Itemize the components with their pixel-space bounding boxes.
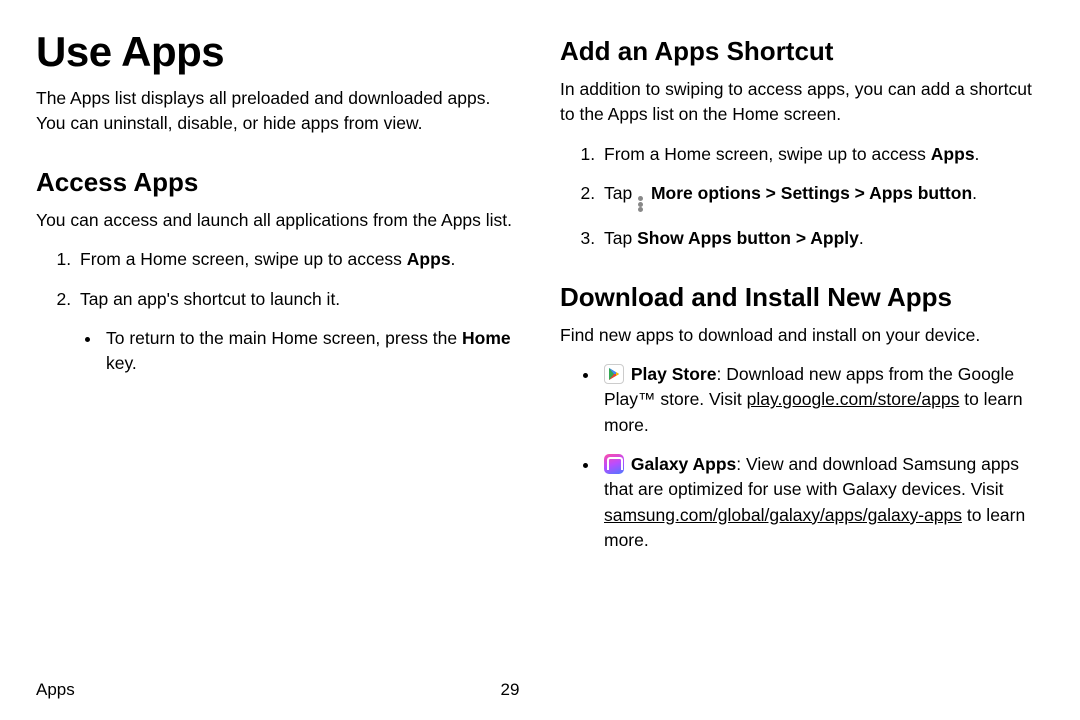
play-store-link[interactable]: play.google.com/store/apps [747, 389, 960, 409]
add-shortcut-heading: Add an Apps Shortcut [560, 36, 1044, 67]
apply-label: Apply [810, 228, 859, 248]
text: Tap an app's shortcut to launch it. [80, 289, 340, 309]
show-apps-button-label: Show Apps button [637, 228, 791, 248]
access-apps-steps: From a Home screen, swipe up to access A… [36, 247, 520, 377]
text: . [972, 183, 977, 203]
chevron-right-icon: > [791, 228, 810, 248]
chevron-right-icon: > [761, 183, 781, 203]
access-apps-intro: You can access and launch all applicatio… [36, 208, 520, 233]
text: Tap [604, 183, 637, 203]
text: . [451, 249, 456, 269]
add-shortcut-intro: In addition to swiping to access apps, y… [560, 77, 1044, 128]
download-intro: Find new apps to download and install on… [560, 323, 1044, 348]
list-item: From a Home screen, swipe up to access A… [76, 247, 520, 272]
text: key. [106, 353, 137, 373]
download-list: Play Store: Download new apps from the G… [560, 362, 1044, 554]
galaxy-apps-link[interactable]: samsung.com/global/galaxy/apps/galaxy-ap… [604, 505, 962, 525]
list-item: To return to the main Home screen, press… [102, 326, 520, 377]
download-heading: Download and Install New Apps [560, 282, 1044, 313]
list-item: Galaxy Apps: View and download Samsung a… [600, 452, 1044, 554]
apps-label: Apps [931, 144, 975, 164]
text: From a Home screen, swipe up to access [604, 144, 931, 164]
text: Tap [604, 228, 637, 248]
chevron-right-icon: > [850, 183, 869, 203]
play-store-label: Play Store [631, 364, 717, 384]
galaxy-apps-label: Galaxy Apps [631, 454, 736, 474]
list-item: Play Store: Download new apps from the G… [600, 362, 1044, 438]
page-title: Use Apps [36, 28, 520, 76]
text: . [975, 144, 980, 164]
text: From a Home screen, swipe up to access [80, 249, 407, 269]
add-shortcut-steps: From a Home screen, swipe up to access A… [560, 142, 1044, 252]
list-item: Tap More options > Settings > Apps butto… [600, 181, 1044, 212]
left-column: Use Apps The Apps list displays all prel… [36, 28, 520, 668]
galaxy-apps-icon [604, 454, 624, 474]
list-item: Tap an app's shortcut to launch it. To r… [76, 287, 520, 377]
page-footer: Apps 29 [36, 680, 1044, 700]
more-options-label: More options [651, 183, 761, 203]
use-apps-intro: The Apps list displays all preloaded and… [36, 86, 520, 137]
list-item: Tap Show Apps button > Apply. [600, 226, 1044, 251]
list-item: From a Home screen, swipe up to access A… [600, 142, 1044, 167]
apps-label: Apps [407, 249, 451, 269]
text: To return to the main Home screen, press… [106, 328, 462, 348]
settings-label: Settings [781, 183, 850, 203]
text: . [859, 228, 864, 248]
more-options-icon [638, 196, 644, 212]
right-column: Add an Apps Shortcut In addition to swip… [560, 28, 1044, 668]
home-key-label: Home [462, 328, 511, 348]
access-apps-heading: Access Apps [36, 167, 520, 198]
sub-list: To return to the main Home screen, press… [80, 326, 520, 377]
play-store-icon [604, 364, 624, 384]
content-columns: Use Apps The Apps list displays all prel… [36, 28, 1044, 668]
apps-button-label: Apps button [869, 183, 972, 203]
page-number: 29 [0, 680, 1044, 700]
